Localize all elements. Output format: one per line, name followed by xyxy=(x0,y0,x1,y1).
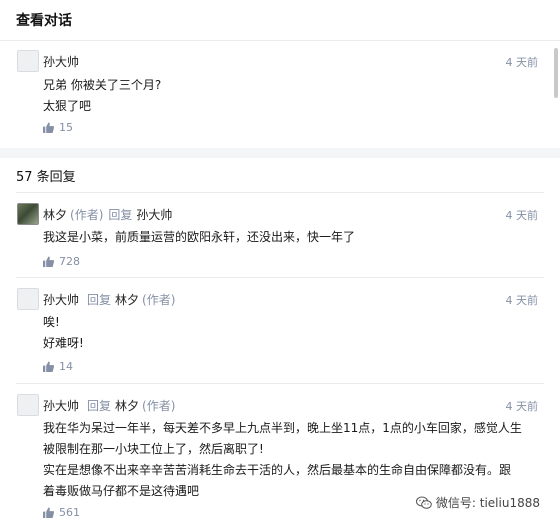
watermark-text: 微信号: tieliu1888 xyxy=(435,496,540,510)
page-header: 查看对话 xyxy=(0,0,560,41)
section-separator xyxy=(0,148,560,158)
reply-label: 回复 xyxy=(108,208,133,222)
like-button[interactable]: 728 xyxy=(43,255,80,268)
comment-line: 太狠了吧 xyxy=(43,99,92,113)
reply-time: 4 天前 xyxy=(505,400,539,413)
reply-author[interactable]: 林夕 xyxy=(43,208,67,222)
page-title: 查看对话 xyxy=(16,13,72,29)
author-badge: (作者) xyxy=(70,208,104,222)
like-count: 15 xyxy=(59,121,73,134)
reply-target[interactable]: 林夕 xyxy=(115,399,139,413)
reply-author[interactable]: 孙大帅 xyxy=(43,293,79,307)
root-comment: 孙大帅 4 天前 兄弟 你被关了三个月? 太狠了吧 15 xyxy=(0,40,560,148)
reply-time: 4 天前 xyxy=(505,209,539,222)
reply-body: 唉! 好难呀! xyxy=(43,312,543,354)
reply-time: 4 天前 xyxy=(505,294,539,307)
like-button[interactable]: 15 xyxy=(43,121,73,134)
like-button[interactable]: 14 xyxy=(43,360,73,373)
reply-line: 实在是想像不出来辛辛苦苦消耗生命去干活的人，然后最基本的生命自由保障都没有。跟 xyxy=(43,463,512,477)
reply-label: 回复 xyxy=(87,293,112,307)
like-count: 728 xyxy=(59,255,80,268)
avatar[interactable] xyxy=(17,203,39,225)
thumbs-up-icon xyxy=(43,256,55,267)
reply-item: 孙大帅 回复 林夕 (作者) 4 天前 唉! 好难呀! 14 xyxy=(0,278,560,383)
author-badge: (作者) xyxy=(142,399,176,413)
comment-author[interactable]: 孙大帅 xyxy=(43,55,79,69)
reply-line: 我这是小菜，前质量运营的欧阳永轩，还没出来，快一年了 xyxy=(43,230,356,244)
reply-line: 唉! xyxy=(43,315,60,329)
author-badge: (作者) xyxy=(142,293,176,307)
reply-label: 回复 xyxy=(87,399,112,413)
reply-body: 我这是小菜，前质量运营的欧阳永轩，还没出来，快一年了 xyxy=(43,227,543,248)
avatar[interactable] xyxy=(17,394,39,416)
thumbs-up-icon xyxy=(43,507,55,518)
avatar[interactable] xyxy=(17,50,39,72)
comment-body: 兄弟 你被关了三个月? 太狠了吧 xyxy=(43,75,543,117)
replies-count-header: 57 条回复 xyxy=(16,170,76,185)
reply-item: 林夕 (作者) 回复 孙大帅 4 天前 我这是小菜，前质量运营的欧阳永轩，还没出来，快… xyxy=(0,193,560,277)
wechat-icon xyxy=(415,496,432,509)
like-count: 14 xyxy=(59,360,73,373)
wechat-watermark: 微信号: tieliu1888 xyxy=(411,492,544,513)
thumbs-up-icon xyxy=(43,122,55,133)
reply-author[interactable]: 孙大帅 xyxy=(43,399,79,413)
reply-target[interactable]: 孙大帅 xyxy=(136,208,172,222)
like-count: 561 xyxy=(59,506,80,519)
reply-line: 我在华为呆过一年半，每天差不多早上九点半到，晚上坐11点，1点的小车回家，感觉人… xyxy=(43,421,522,435)
reply-body: 我在华为呆过一年半，每天差不多早上九点半到，晚上坐11点，1点的小车回家，感觉人… xyxy=(43,418,543,502)
comment-line: 兄弟 你被关了三个月? xyxy=(43,78,162,92)
avatar[interactable] xyxy=(17,288,39,310)
thumbs-up-icon xyxy=(43,361,55,372)
comment-time: 4 天前 xyxy=(505,56,539,69)
reply-line: 好难呀! xyxy=(43,336,84,350)
reply-line: 被限制在那一小块工位上了，然后离职了! xyxy=(43,442,264,456)
like-button[interactable]: 561 xyxy=(43,506,80,519)
reply-target[interactable]: 林夕 xyxy=(115,293,139,307)
